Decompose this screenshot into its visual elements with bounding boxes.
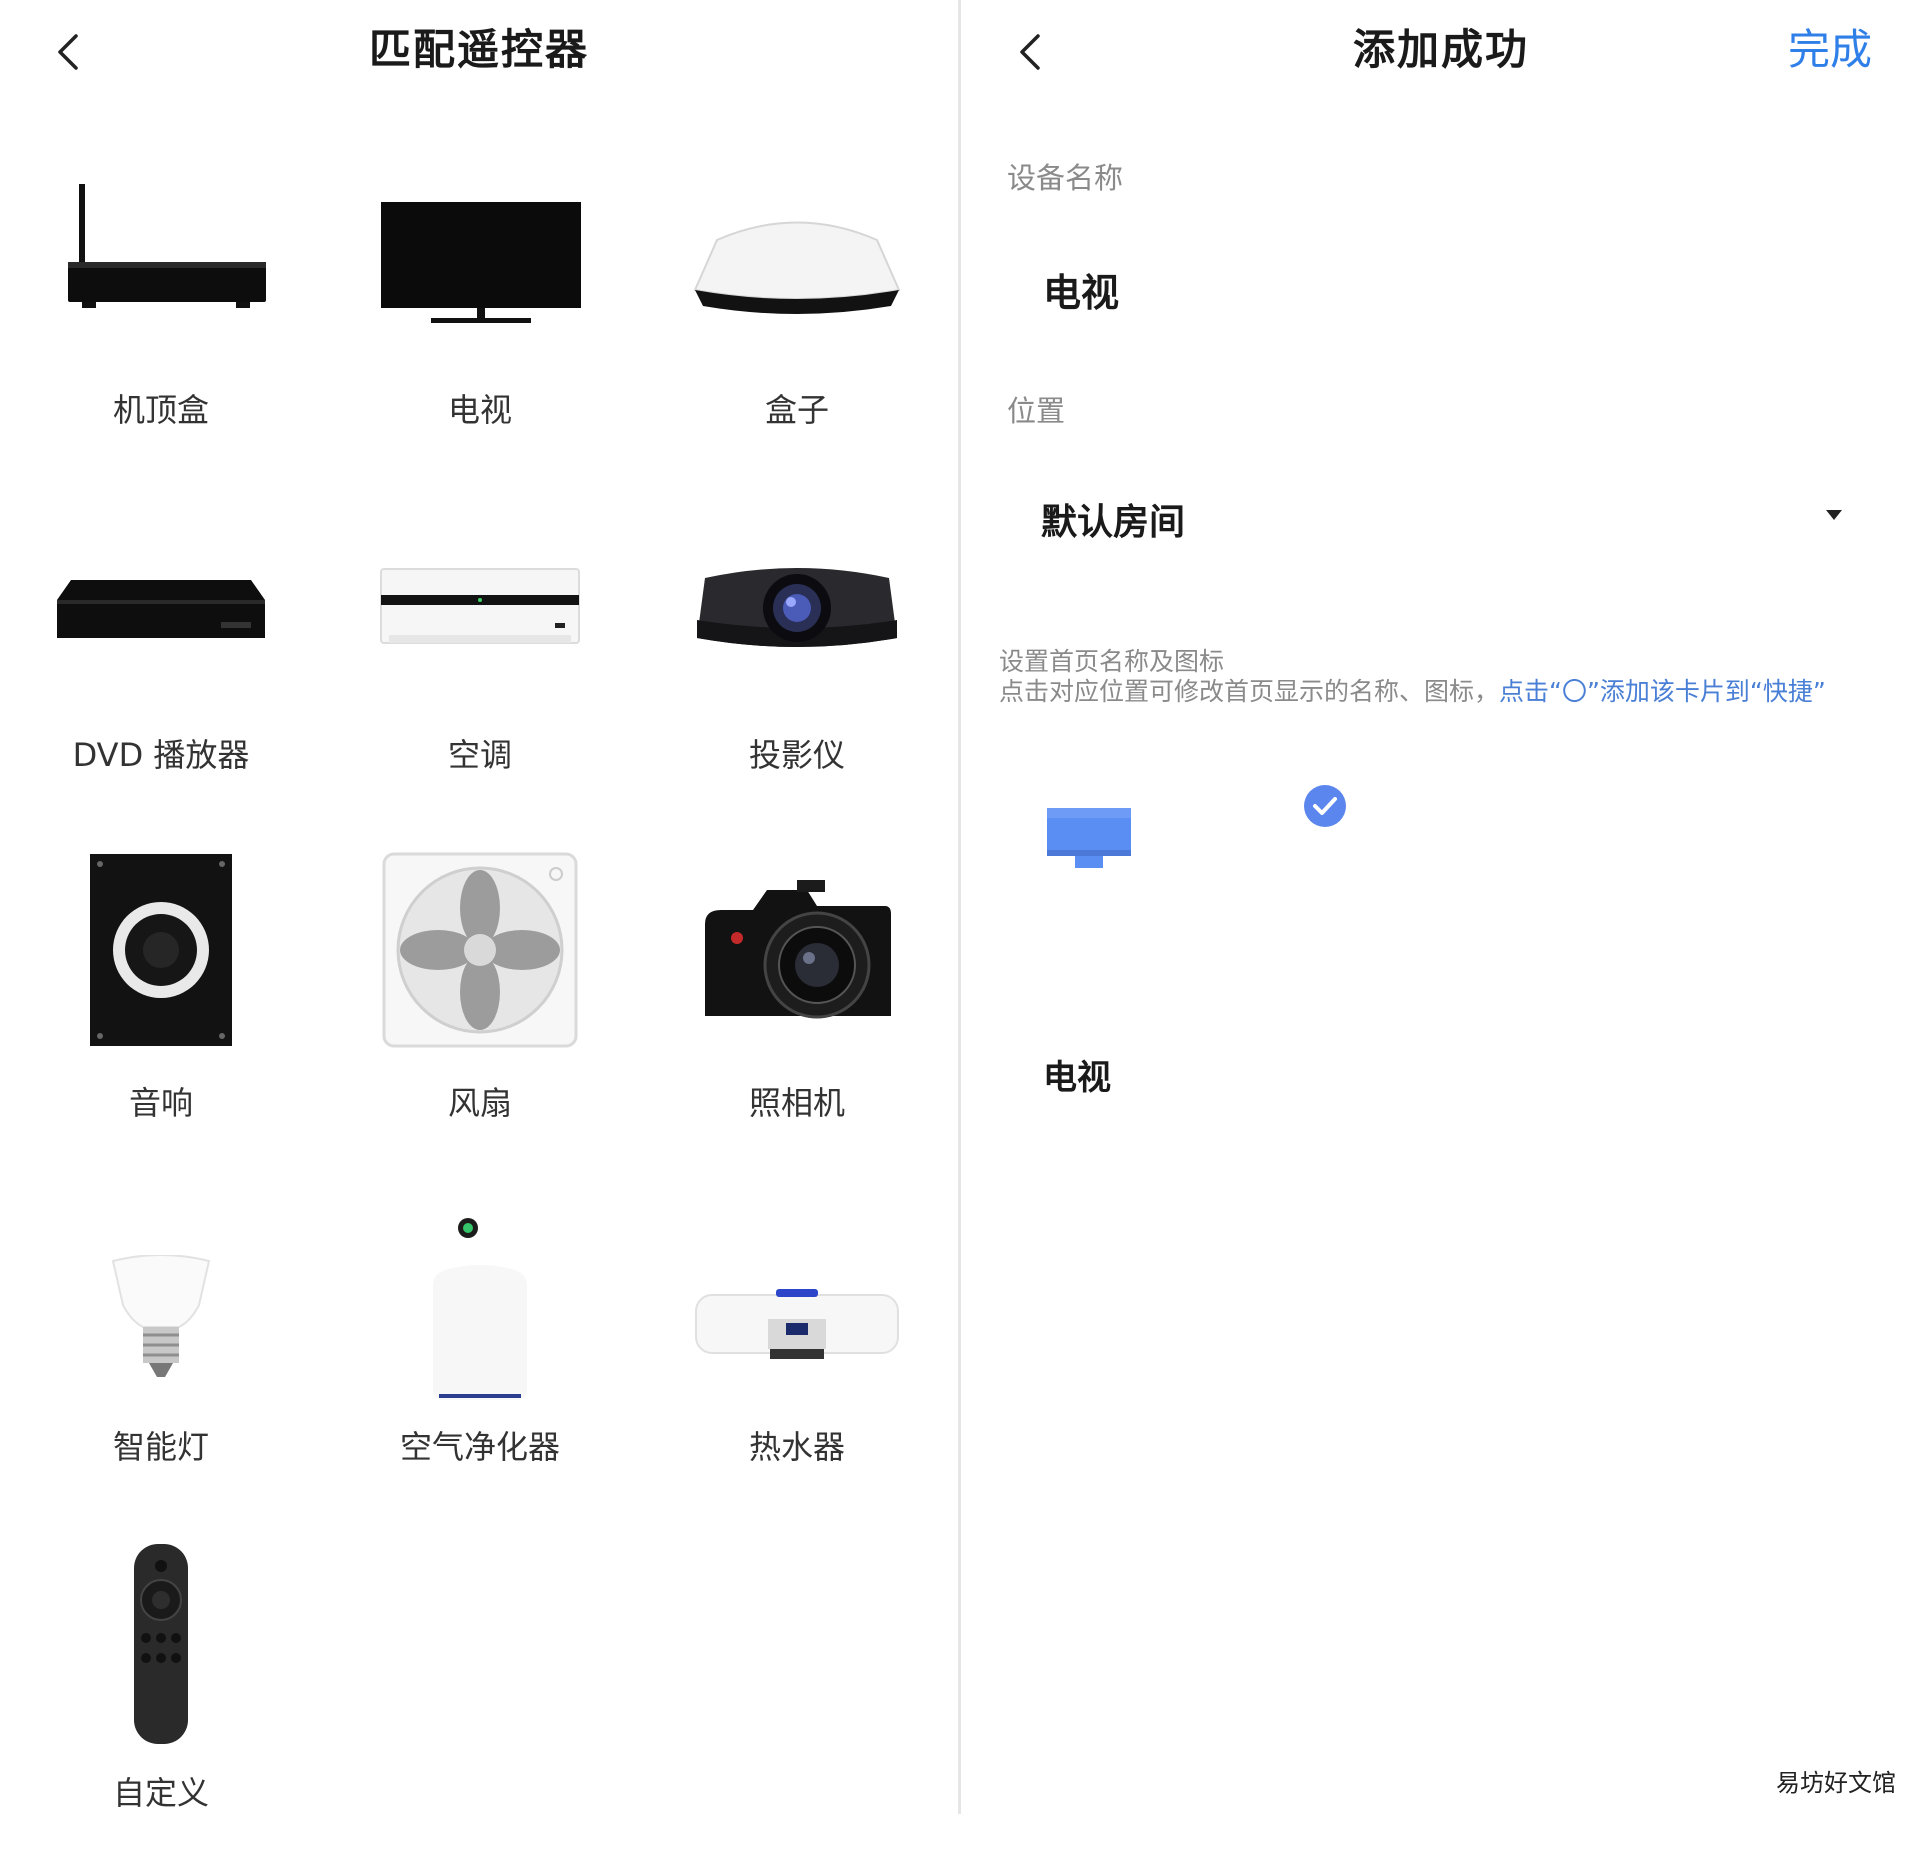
device-label: 投影仪	[748, 736, 845, 774]
device-name-field[interactable]: 电视	[1043, 262, 1119, 317]
info-line-2: 点击对应位置可修改首页显示的名称、图标，点击“〇”添加该卡片到“快捷”	[999, 676, 1826, 708]
device-fan[interactable]: 风扇	[320, 850, 640, 1170]
device-smart-bulb[interactable]: 智能灯	[1, 1200, 321, 1520]
back-button[interactable]	[40, 22, 100, 82]
device-media-box[interactable]: 盒子	[637, 180, 957, 500]
set-top-box-icon	[68, 184, 266, 308]
dvd-player-icon	[57, 580, 265, 638]
device-name-label: 设备名称	[1007, 161, 1124, 195]
device-air-purifier[interactable]: 空气净化器	[320, 1200, 640, 1520]
media-box-icon	[693, 221, 901, 314]
location-value: 默认房间	[1041, 502, 1186, 543]
back-button[interactable]	[1002, 22, 1062, 82]
chevron-left-icon	[1020, 34, 1040, 70]
page-title: 添加成功	[1352, 25, 1529, 74]
device-speaker[interactable]: 音响	[1, 850, 321, 1170]
remote-match-panel: 匹配遥控器 机顶盒 电视 盒子 DVD 播放器 空调 投影仪 音响 风扇 照相机…	[0, 0, 958, 1814]
add-to-shortcut-hint[interactable]: 点击“〇”添加该卡片到“快捷”	[1499, 677, 1826, 706]
device-air-conditioner[interactable]: 空调	[320, 530, 640, 850]
device-dvd-player[interactable]: DVD 播放器	[1, 530, 321, 850]
location-label: 位置	[1007, 394, 1066, 428]
smart-bulb-icon	[111, 1255, 211, 1377]
tv-icon	[381, 202, 581, 323]
air-conditioner-icon	[380, 568, 580, 644]
dropdown-arrow-icon	[1826, 510, 1842, 520]
fan-icon	[382, 852, 578, 1048]
page-title: 匹配遥控器	[368, 25, 589, 74]
speaker-icon	[90, 854, 232, 1046]
device-set-top-box[interactable]: 机顶盒	[1, 180, 321, 500]
location-select[interactable]: 默认房间	[1041, 488, 1842, 548]
device-label: 盒子	[764, 391, 829, 429]
device-label: 音响	[128, 1084, 193, 1122]
device-water-heater[interactable]: 热水器	[637, 1200, 957, 1520]
device-tv[interactable]: 电视	[320, 180, 640, 500]
device-label: 照相机	[748, 1084, 845, 1122]
device-label: 自定义	[112, 1774, 209, 1812]
device-label: 电视	[447, 391, 512, 429]
info-line-1: 设置首页名称及图标	[999, 647, 1225, 676]
selected-check-icon[interactable]	[1303, 784, 1347, 828]
device-label: 热水器	[748, 1428, 845, 1466]
water-heater-icon	[695, 1289, 899, 1359]
watermark: 易坊好文馆	[1776, 1769, 1896, 1797]
device-label: 智能灯	[112, 1428, 209, 1466]
device-custom-remote[interactable]: 自定义	[1, 1530, 321, 1850]
tv-icon[interactable]	[1045, 804, 1135, 884]
projector-icon	[697, 568, 897, 647]
device-projector[interactable]: 投影仪	[637, 530, 957, 850]
info-text-plain: 点击对应位置可修改首页显示的名称、图标，	[999, 677, 1500, 706]
device-label: 机顶盒	[112, 391, 209, 429]
camera-icon	[705, 880, 891, 1019]
device-camera[interactable]: 照相机	[637, 850, 957, 1170]
add-success-panel: 添加成功 完成 设备名称 电视 位置 默认房间 设置首页名称及图标 点击对应位置…	[961, 0, 1920, 1814]
air-purifier-icon	[433, 1218, 527, 1400]
home-card[interactable]: 电视	[1041, 780, 1371, 1110]
device-label: 空气净化器	[399, 1428, 560, 1466]
card-name[interactable]: 电视	[1043, 1050, 1111, 1099]
remote-control-icon	[134, 1544, 188, 1744]
done-button[interactable]: 完成	[1788, 22, 1872, 78]
device-label: DVD 播放器	[72, 736, 250, 774]
device-label: 空调	[447, 736, 512, 774]
chevron-left-icon	[58, 34, 78, 70]
device-label: 风扇	[447, 1084, 512, 1122]
